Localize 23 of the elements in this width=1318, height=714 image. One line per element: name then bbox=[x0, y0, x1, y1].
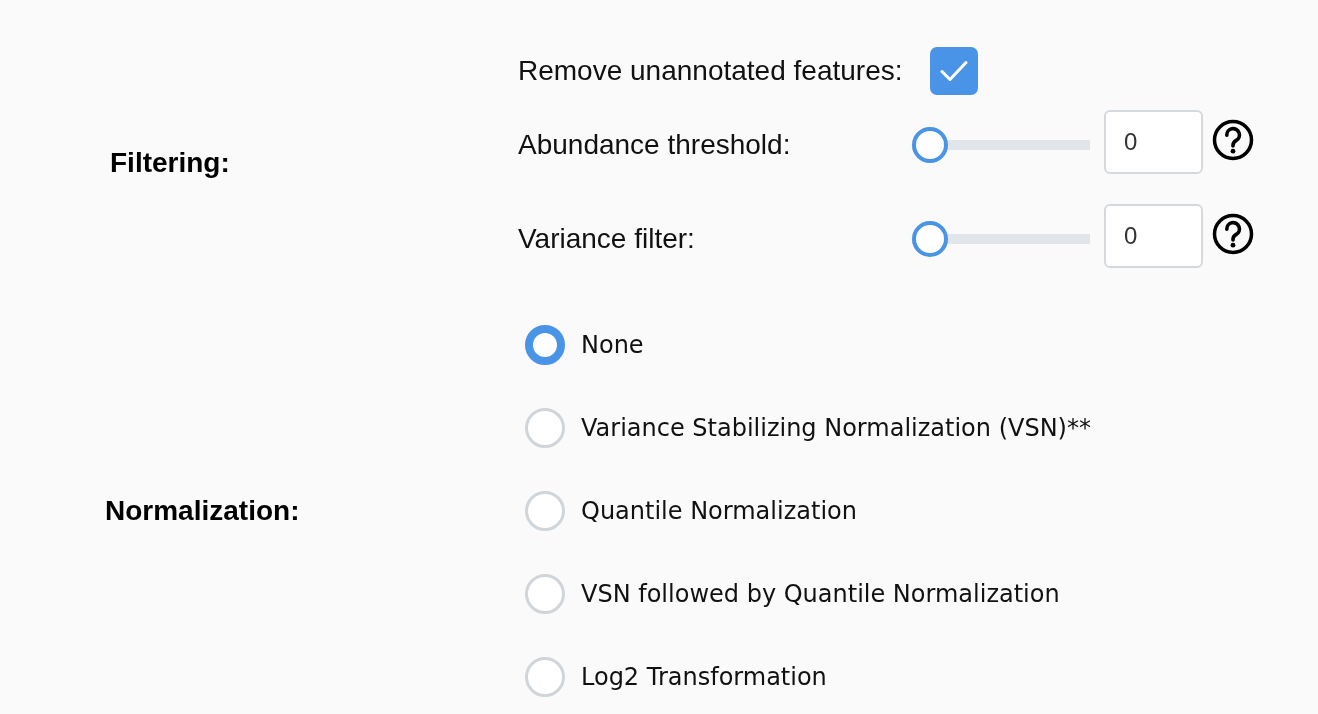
radio-button[interactable] bbox=[525, 325, 565, 365]
radio-button[interactable] bbox=[525, 408, 565, 448]
option-label: Variance Stabilizing Normalization (VSN)** bbox=[581, 416, 1091, 440]
value-input[interactable]: 0 bbox=[1104, 110, 1203, 174]
slider-handle[interactable] bbox=[912, 221, 948, 257]
option-label: Log2 Transformation bbox=[581, 665, 827, 689]
slider-handle[interactable] bbox=[912, 127, 948, 163]
radio-button[interactable] bbox=[525, 491, 565, 531]
field-label: Remove unannotated features: bbox=[518, 57, 904, 85]
help-icon[interactable] bbox=[1212, 119, 1254, 161]
field-label: Abundance threshold: bbox=[518, 128, 792, 159]
option-label: VSN followed by Quantile Normalization bbox=[581, 582, 1060, 606]
section-label: Filtering: bbox=[110, 149, 230, 177]
section-label: Normalization: bbox=[105, 497, 300, 525]
checkbox[interactable] bbox=[930, 47, 978, 95]
check-icon bbox=[940, 60, 968, 82]
field-label: Variance filter: bbox=[518, 222, 696, 253]
option-label: Quantile Normalization bbox=[581, 499, 857, 523]
radio-button[interactable] bbox=[525, 657, 565, 697]
value-input[interactable]: 0 bbox=[1104, 204, 1203, 268]
radio-button[interactable] bbox=[525, 574, 565, 614]
help-icon[interactable] bbox=[1212, 213, 1254, 255]
option-label: None bbox=[581, 333, 644, 357]
